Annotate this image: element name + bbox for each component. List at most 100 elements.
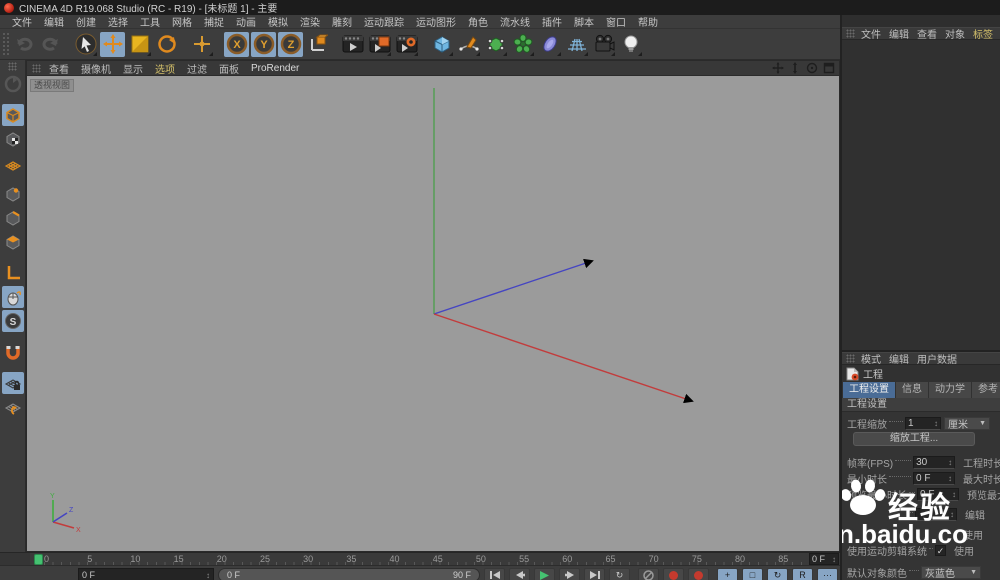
record-position-toggle[interactable]: +: [717, 568, 738, 580]
scale-project-button[interactable]: 缩放工程...: [853, 432, 975, 446]
timeline-frame-field[interactable]: 0 F↕: [809, 553, 839, 565]
viewport-toggle-view-icon[interactable]: [822, 62, 835, 75]
mode-toolbar-grip[interactable]: [8, 62, 17, 71]
menu-render[interactable]: 渲染: [294, 14, 326, 29]
motion-clip-checkbox[interactable]: ✓: [935, 545, 946, 556]
vp-menu-filter[interactable]: 过滤: [181, 61, 213, 76]
lock-z-axis-button[interactable]: Z: [278, 32, 303, 57]
default-object-color-dropdown[interactable]: 灰蓝色 ▼: [921, 566, 981, 579]
menu-character[interactable]: 角色: [462, 14, 494, 29]
spinner-icon[interactable]: ↕: [203, 571, 210, 580]
add-spline-pen-button[interactable]: [456, 32, 481, 57]
menu-script[interactable]: 脚本: [568, 14, 600, 29]
play-sound-button[interactable]: [638, 568, 659, 580]
viewport-zoom-icon[interactable]: [788, 62, 801, 75]
spinner-icon[interactable]: ↕: [829, 555, 836, 564]
preview-min-time-field[interactable]: 0 F ↕: [917, 488, 959, 501]
menu-animate[interactable]: 动画: [230, 14, 262, 29]
om-menu-view[interactable]: 查看: [913, 27, 941, 40]
play-loop-button[interactable]: ↻: [609, 568, 630, 580]
edges-mode-button[interactable]: [2, 207, 24, 229]
make-editable-button[interactable]: [2, 73, 24, 95]
vp-menu-options[interactable]: 选项: [149, 61, 181, 76]
model-mode-button[interactable]: [2, 104, 24, 126]
record-scale-toggle[interactable]: □: [742, 568, 763, 580]
scale-tool-button[interactable]: [127, 32, 152, 57]
lock-y-axis-button[interactable]: Y: [251, 32, 276, 57]
vp-menu-cameras[interactable]: 摄像机: [75, 61, 117, 76]
am-menu-mode[interactable]: 模式: [857, 352, 885, 365]
workplane-options-button[interactable]: [2, 396, 24, 418]
undo-button[interactable]: [11, 32, 36, 57]
menu-tools[interactable]: 工具: [134, 14, 166, 29]
spinner-icon[interactable]: ↕: [931, 418, 938, 429]
record-parameter-toggle[interactable]: R: [792, 568, 813, 580]
vp-menu-view[interactable]: 查看: [43, 61, 75, 76]
am-menu-edit[interactable]: 编辑: [885, 352, 913, 365]
add-mograph-button[interactable]: [510, 32, 535, 57]
project-scale-field[interactable]: 1 ↕: [905, 417, 941, 430]
object-manager-grip[interactable]: [846, 29, 855, 38]
play-forward-button[interactable]: [534, 568, 555, 580]
om-menu-tags[interactable]: 标签: [969, 27, 997, 40]
menu-pipeline[interactable]: 流水线: [494, 14, 536, 29]
menu-motion-tracker[interactable]: 运动跟踪: [358, 14, 410, 29]
timeline-playhead[interactable]: [34, 554, 43, 565]
edit-render-settings-button[interactable]: [394, 32, 419, 57]
menu-sculpt[interactable]: 雕刻: [326, 14, 358, 29]
am-menu-userdata[interactable]: 用户数据: [913, 352, 961, 365]
current-frame-field[interactable]: 0 F↕: [78, 568, 214, 580]
menu-file[interactable]: 文件: [6, 14, 38, 29]
add-floor-environment-button[interactable]: [564, 32, 589, 57]
viewport-solo-button[interactable]: [2, 286, 24, 308]
spinner-icon[interactable]: ↕: [945, 473, 952, 484]
record-point-level-toggle[interactable]: ···: [817, 568, 838, 580]
vp-menu-prorender[interactable]: ProRender: [245, 63, 305, 74]
previous-key-button[interactable]: [509, 568, 530, 580]
lock-workplane-button[interactable]: [2, 372, 24, 394]
redo-button[interactable]: [38, 32, 63, 57]
snap-magnet-button[interactable]: [2, 341, 24, 363]
menu-window[interactable]: 窗口: [600, 14, 632, 29]
spinner-icon[interactable]: ↕: [949, 489, 956, 500]
fps-field[interactable]: 30 ↕: [913, 456, 955, 469]
viewport-canvas[interactable]: 透视视图: [27, 76, 839, 551]
menu-help[interactable]: 帮助: [632, 14, 664, 29]
record-rotation-toggle[interactable]: ↻: [767, 568, 788, 580]
autokey-button[interactable]: [688, 568, 709, 580]
texture-mode-button[interactable]: [2, 128, 24, 150]
rotate-tool-button[interactable]: [154, 32, 179, 57]
live-selection-button[interactable]: [73, 32, 98, 57]
add-deformer-button[interactable]: [537, 32, 562, 57]
spinner-icon[interactable]: ↕: [945, 457, 952, 468]
polygons-mode-button[interactable]: [2, 231, 24, 253]
enable-axis-button[interactable]: [2, 262, 24, 284]
viewport-pan-icon[interactable]: [771, 62, 784, 75]
min-time-field[interactable]: 0 F ↕: [913, 472, 955, 485]
om-menu-edit[interactable]: 编辑: [885, 27, 913, 40]
spinner-icon[interactable]: ↕: [947, 509, 954, 520]
attribute-manager-grip[interactable]: [846, 354, 855, 363]
add-cube-button[interactable]: [429, 32, 454, 57]
object-manager-list[interactable]: [842, 40, 1000, 352]
menu-simulate[interactable]: 模拟: [262, 14, 294, 29]
lock-x-axis-button[interactable]: X: [224, 32, 249, 57]
menu-edit[interactable]: 编辑: [38, 14, 70, 29]
enable-quantizing-button[interactable]: S: [2, 310, 24, 332]
section-title[interactable]: 工程设置: [842, 398, 1000, 412]
vp-menu-display[interactable]: 显示: [117, 61, 149, 76]
add-subdivision-generator-button[interactable]: [483, 32, 508, 57]
goto-end-button[interactable]: [584, 568, 605, 580]
goto-start-button[interactable]: [484, 568, 505, 580]
vp-menu-panel[interactable]: 面板: [213, 61, 245, 76]
coordinate-system-button[interactable]: [305, 32, 330, 57]
power-slider[interactable]: 0 F 90 F: [218, 568, 480, 580]
viewport-rotate-icon[interactable]: [805, 62, 818, 75]
add-camera-button[interactable]: [591, 32, 616, 57]
tab-dynamics[interactable]: 动力学: [929, 382, 971, 398]
menu-plugins[interactable]: 插件: [536, 14, 568, 29]
render-view-button[interactable]: [340, 32, 365, 57]
menu-mograph[interactable]: 运动图形: [410, 14, 462, 29]
tab-referencing[interactable]: 参考: [972, 382, 1000, 398]
tab-info[interactable]: 信息: [896, 382, 928, 398]
